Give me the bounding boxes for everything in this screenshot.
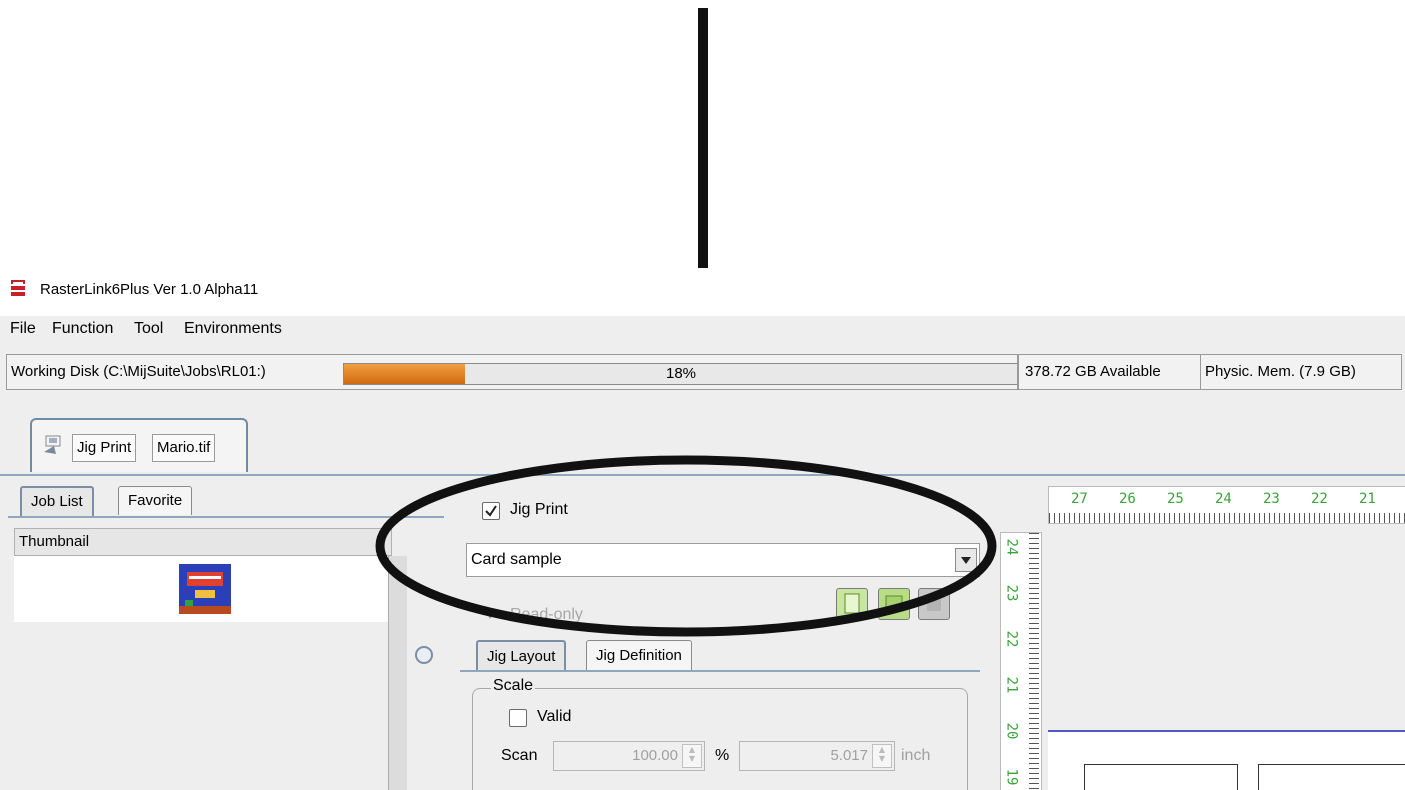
percent-unit: % [715,747,730,764]
scale-group-label: Scale [491,677,536,695]
ruler-label: 22 [1311,491,1328,507]
app-logo-icon [11,280,25,296]
preview-canvas[interactable] [1048,532,1405,728]
tab-favorite[interactable]: Favorite [118,486,193,515]
scan-inch-value: 5.017 [830,747,868,764]
doc-tab-function: Jig Print [72,434,137,462]
document-tab[interactable]: Jig Print Mario.tif [30,418,248,472]
inch-unit: inch [901,747,931,764]
menu-function[interactable]: Function [52,320,113,338]
disk-usage-text: 18% [665,365,697,382]
status-bar: Working Disk (C:\MijSuite\Jobs\RL01:) 18… [6,354,1405,390]
jig-slot[interactable] [1258,764,1405,790]
menu-tool[interactable]: Tool [134,320,163,338]
inner-tab-underline [460,670,980,672]
working-disk-label: Working Disk (C:\MijSuite\Jobs\RL01:) [11,363,266,380]
job-thumbnail-image [179,564,231,614]
disk-usage-bar: 18% [343,363,1017,385]
annotation-ellipse [375,455,997,637]
ruler-label: 24 [1215,491,1232,507]
job-row[interactable] [14,556,390,622]
scale-valid-checkbox[interactable] [509,709,527,727]
percent-stepper-icon[interactable]: ▲ ▼ [682,744,702,768]
window-title: RasterLink6Plus Ver 1.0 Alpha11 [40,281,259,298]
scale-group: Scale Valid Scan 100.00 ▲ ▼ % 5.017 ▲ ▼ in… [472,677,968,790]
jig-slot[interactable] [1084,764,1238,790]
scan-percent-field[interactable]: 100.00 ▲ ▼ [553,741,705,771]
title-bar: RasterLink6Plus Ver 1.0 Alpha11 [0,268,1405,316]
preview-panel: 27 26 25 24 23 22 21 24 23 22 21 20 19 [996,482,1405,790]
doc-tab-filename: Mario.tif [152,434,216,462]
ruler-label: 20 [1003,722,1020,740]
ruler-label: 19 [1003,768,1020,786]
ruler-ticks [1049,513,1405,523]
horizontal-ruler: 27 26 25 24 23 22 21 [1048,486,1405,524]
ruler-label: 25 [1167,491,1184,507]
menu-environments[interactable]: Environments [184,320,282,338]
scan-label: Scan [501,747,538,764]
tab-job-list[interactable]: Job List [20,486,94,516]
ruler-label: 23 [1263,491,1280,507]
thumbnail-column-header[interactable]: Thumbnail [14,528,392,556]
jig-print-icon [44,435,61,454]
inch-stepper-icon[interactable]: ▲ ▼ [872,744,892,768]
scan-inch-field[interactable]: 5.017 ▲ ▼ [739,741,895,771]
jig-area[interactable] [1048,730,1405,790]
ruler-label: 21 [1003,676,1020,694]
menu-bar: File Function Tool Environments [0,316,1405,344]
ruler-ticks-vertical [1029,533,1039,790]
disk-available: 378.72 GB Available [1018,354,1204,390]
physical-memory: Physic. Mem. (7.9 GB) [1200,354,1402,390]
menu-file[interactable]: File [10,320,36,338]
ruler-label: 21 [1359,491,1376,507]
working-disk-cell: Working Disk (C:\MijSuite\Jobs\RL01:) 18… [6,354,1018,390]
ruler-label: 26 [1119,491,1136,507]
scan-percent-value: 100.00 [632,747,678,764]
scale-valid-label: Valid [537,708,572,725]
ruler-label: 27 [1071,491,1088,507]
